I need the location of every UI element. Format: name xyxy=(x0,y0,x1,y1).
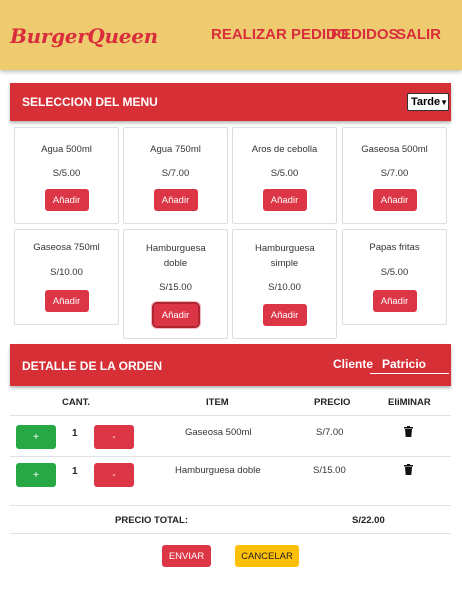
trash-icon[interactable] xyxy=(404,464,413,475)
menu-title: SELECCION DEL MENU xyxy=(22,95,158,109)
menu-card-price: S/5.00 xyxy=(52,168,81,179)
menu-card: Agua 500ml S/5.00 Añadir xyxy=(14,127,119,224)
menu-card-name: Aros de cebolla xyxy=(251,144,318,155)
add-button[interactable]: Añadir xyxy=(151,302,200,328)
increase-qty-button[interactable]: + xyxy=(16,463,56,487)
add-button[interactable]: Añadir xyxy=(44,290,89,312)
menu-card-price: S/15.00 xyxy=(159,282,192,293)
menu-card-price: S/7.00 xyxy=(161,168,190,179)
menu-card: Gaseosa 500ml S/7.00 Añadir xyxy=(342,127,447,224)
column-header-delete: EliMINAR xyxy=(388,397,431,408)
menu-card-name: Agua 750ml xyxy=(150,144,201,155)
row-price: S/15.00 xyxy=(313,465,346,476)
shift-select-value: Tarde xyxy=(411,96,441,108)
menu-card: Aros de cebolla S/5.00 Añadir xyxy=(232,127,337,224)
menu-card-price: S/5.00 xyxy=(380,267,409,278)
decrease-qty-button[interactable]: - xyxy=(94,425,134,449)
add-button[interactable]: Añadir xyxy=(262,304,307,326)
client-label: Cliente xyxy=(333,357,374,371)
logo[interactable]: BurgerQueen xyxy=(10,24,158,48)
add-button[interactable]: Añadir xyxy=(44,189,89,211)
menu-card-name: Hamburguesa simple xyxy=(255,243,315,269)
menu-card-name: Hamburguesa doble xyxy=(146,243,206,269)
add-button[interactable]: Añadir xyxy=(372,290,417,312)
increase-qty-button[interactable]: + xyxy=(16,425,56,449)
menu-card-price: S/7.00 xyxy=(380,168,409,179)
row-qty: 1 xyxy=(72,466,78,477)
table-divider xyxy=(10,415,451,416)
row-item: Hamburguesa doble xyxy=(175,465,261,476)
nav-make-order[interactable]: REALIZAR PEDIDO xyxy=(211,26,349,43)
menu-card: Hamburguesa doble S/15.00 Añadir xyxy=(123,229,228,339)
menu-section-header: SELECCION DEL MENU Tarde ▼ xyxy=(10,83,451,121)
order-title: DETALLE DE LA ORDEN xyxy=(22,359,162,373)
column-header-item: ITEM xyxy=(206,397,229,408)
chevron-down-icon: ▼ xyxy=(440,97,449,107)
menu-card-name: Papas fritas xyxy=(369,242,420,253)
table-divider xyxy=(10,533,451,534)
menu-card: Agua 750ml S/7.00 Añadir xyxy=(123,127,228,224)
column-header-qty: CANT. xyxy=(62,397,90,408)
menu-card-name: Gaseosa 750ml xyxy=(33,242,100,253)
trash-icon[interactable] xyxy=(404,426,413,437)
shift-select[interactable]: Tarde ▼ xyxy=(407,93,449,111)
menu-card: Gaseosa 750ml S/10.00 Añadir xyxy=(14,229,119,325)
menu-card-price: S/5.00 xyxy=(270,168,299,179)
menu-card-name: Agua 500ml xyxy=(41,144,92,155)
table-divider xyxy=(10,505,451,506)
total-label: PRECIO TOTAL: xyxy=(115,515,189,526)
client-name-input[interactable]: Patricio xyxy=(370,354,449,374)
send-order-button[interactable]: ENVIAR xyxy=(162,545,211,567)
menu-card-name: Gaseosa 500ml xyxy=(361,144,428,155)
decrease-qty-button[interactable]: - xyxy=(94,463,134,487)
nav-orders[interactable]: PEDIDOS xyxy=(331,26,399,43)
top-navbar: BurgerQueen REALIZAR PEDIDO PEDIDOS SALI… xyxy=(0,0,462,70)
add-button[interactable]: Añadir xyxy=(372,189,417,211)
menu-card: Papas fritas S/5.00 Añadir xyxy=(342,229,447,325)
row-price: S/7.00 xyxy=(316,427,344,438)
menu-card-price: S/10.00 xyxy=(50,267,83,278)
add-button[interactable]: Añadir xyxy=(262,189,307,211)
menu-card-price: S/10.00 xyxy=(268,282,301,293)
row-qty: 1 xyxy=(72,428,78,439)
cancel-order-button[interactable]: CANCELAR xyxy=(235,545,299,567)
total-value: S/22.00 xyxy=(352,515,385,526)
table-divider xyxy=(10,456,451,457)
row-item: Gaseosa 500ml xyxy=(185,427,252,438)
column-header-price: PRECIO xyxy=(314,397,351,408)
menu-card: Hamburguesa simple S/10.00 Añadir xyxy=(232,229,337,339)
order-section-header: DETALLE DE LA ORDEN Cliente Patricio xyxy=(10,344,451,386)
add-button[interactable]: Añadir xyxy=(153,189,198,211)
nav-exit[interactable]: SALIR xyxy=(396,26,441,43)
